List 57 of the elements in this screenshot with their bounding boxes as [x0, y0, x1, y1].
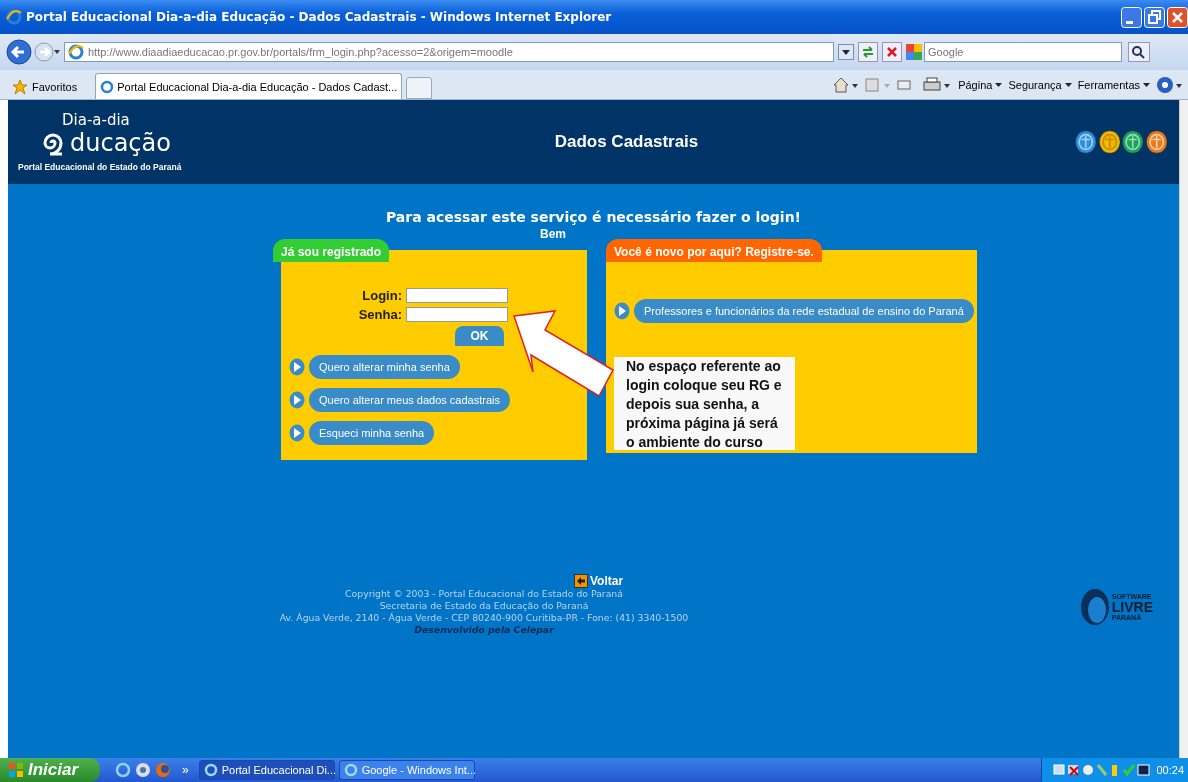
star-icon [12, 79, 28, 95]
field-label: Login: [362, 288, 402, 303]
quick-launch-more[interactable]: » [182, 763, 189, 777]
footer-text: Copyright © 2003 - Portal Educacional do Estado do Paraná [345, 588, 623, 600]
taskbar-window-button[interactable]: Google - Windows Int... [338, 760, 475, 780]
play-bullet-icon[interactable] [289, 391, 305, 409]
play-bullet-icon[interactable] [614, 302, 630, 320]
play-bullet-icon[interactable] [289, 424, 305, 442]
stop-icon[interactable] [882, 42, 902, 62]
link-button[interactable]: Esqueci minha senha [309, 421, 435, 445]
footer-text: Secretaria de Estado da Educação do Paraná [379, 600, 589, 612]
browser-tab[interactable]: Portal Educacional Dia-a-dia Educação - Dados Cadast... [95, 73, 403, 99]
page-title: Dados Cadastrais [553, 132, 700, 152]
command-menu[interactable]: Segurança [1008, 79, 1072, 91]
ok-button[interactable]: OK [455, 326, 504, 346]
input-field[interactable] [406, 288, 508, 303]
field-label: Senha: [358, 307, 402, 322]
dropdown-icon[interactable] [838, 44, 854, 60]
start-button[interactable]: Iniciar [0, 758, 100, 782]
close-button[interactable] [1167, 6, 1188, 28]
caret-icon [1143, 83, 1150, 87]
back-link[interactable]: Voltar [573, 574, 624, 588]
window-title: Portal Educacional Dia-a-dia Educação - Dados Cadastrais - Windows Internet Explorer [26, 10, 613, 24]
logo-subtitle: Portal Educacional do Estado do Paraná [18, 162, 182, 172]
footer-text: Av. Água Verde, 2140 - Água Verde - CEP 80240-900 Curitiba-PR - Fone: (41) 3340-1500 [279, 612, 689, 624]
taskbar-window-button[interactable]: Portal Educacional Di... [198, 760, 335, 780]
link-button[interactable]: Quero alterar meus dados cadastrais [309, 388, 510, 412]
back-arrow-icon [573, 574, 588, 588]
search-icon[interactable] [1128, 42, 1150, 62]
toolbar-icons-drawing[interactable] [832, 76, 953, 94]
minimize-button[interactable] [1121, 6, 1142, 28]
command-menu[interactable]: Ferramentas [1077, 79, 1150, 91]
search-field[interactable]: Google [924, 42, 1122, 62]
clock: 00:24 [1156, 764, 1184, 776]
scrollbar[interactable] [1179, 100, 1188, 758]
logo-text: Dia-a-dia [62, 112, 130, 128]
favorites-button[interactable]: Favoritos [6, 75, 84, 99]
login-notice: Para acessar este serviço é necessário fazer o login! [385, 209, 802, 225]
link-button[interactable]: Quero alterar minha senha [309, 355, 460, 379]
command-menu[interactable]: Página [958, 79, 1003, 91]
windows-logo-icon [8, 762, 24, 778]
footer-credit: Desenvolvido pela Celepar [414, 624, 554, 636]
link-button[interactable]: Professores e funcionários da rede estadual de ensino do Paraná [634, 299, 974, 323]
partial-heading: Bem [540, 229, 567, 239]
logo-text: ducação [70, 130, 171, 156]
input-field[interactable] [406, 307, 508, 322]
logo-text: LIVRE [1111, 600, 1153, 614]
callout-note: No espaço referente ao login coloque seu RG e depois sua senha, a próxima página já será o ambiente do curso [614, 357, 795, 450]
search-engine-icon [906, 44, 922, 60]
caret-icon [1064, 83, 1072, 87]
back-forward-icon[interactable] [6, 39, 60, 65]
address-field[interactable]: http://www.diaadiaeducacao.pr.gov.br/portals/frm_login.php?acesso=2&origem=moodle [64, 42, 834, 62]
caret-icon [995, 83, 1003, 87]
play-bullet-icon[interactable] [289, 358, 305, 376]
restore-button[interactable] [1144, 6, 1165, 28]
tray-icons-drawing[interactable] [1052, 762, 1153, 778]
help-icon[interactable] [1156, 76, 1182, 94]
